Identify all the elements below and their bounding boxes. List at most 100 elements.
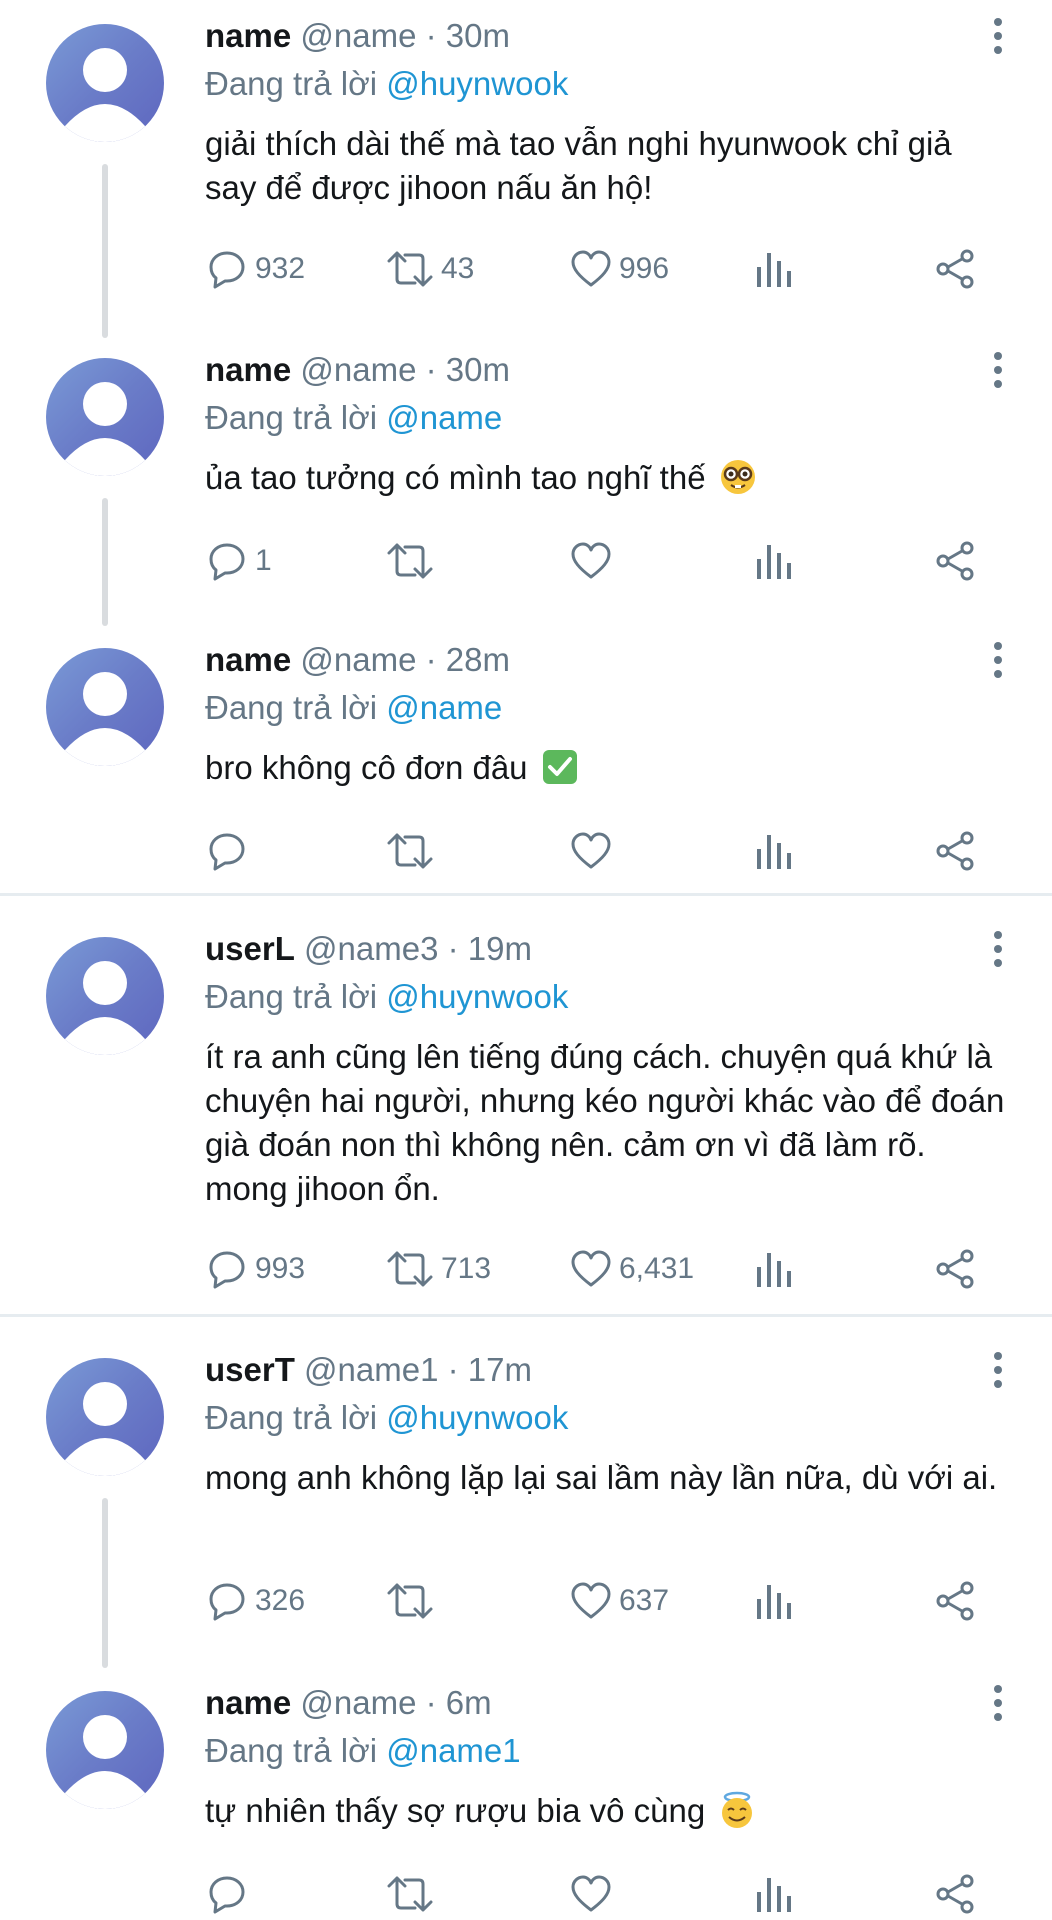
thread-line [102,498,108,626]
replying-to: Đang trả lời @huynwook [205,977,568,1017]
share-button[interactable] [933,244,979,294]
action-bar: 932 43 996 [205,244,1005,294]
like-button[interactable]: 996 [569,244,669,294]
analytics-button[interactable] [753,536,793,586]
tweet-text-content: bro không cô đơn đâu [205,749,528,786]
user-handle: @name3 [304,930,439,967]
mention-link[interactable]: @name1 [386,1732,520,1769]
more-options-icon[interactable] [988,640,1008,680]
action-bar: 993 713 6,431 [205,1244,1005,1294]
reply-icon [209,543,245,581]
tweet-header: name @name · 28m [205,640,510,680]
separator: · [447,1351,459,1388]
timestamp: 30m [445,17,510,54]
tweet-text: giải thích dài thế mà tao vẫn nghi hyunw… [205,125,952,206]
reply-icon [209,1251,245,1289]
display-name[interactable]: name [205,641,291,678]
tweet-text-content: ủa tao tưởng có mình tao nghĩ thế [205,459,706,496]
reply-button[interactable]: 326 [205,1576,305,1626]
reply-button[interactable] [205,826,255,876]
retweet-button[interactable] [385,536,441,586]
more-options-icon[interactable] [988,350,1008,390]
analytics-button[interactable] [753,1869,793,1919]
mention-link[interactable]: @huynwook [386,65,568,102]
display-name[interactable]: name [205,351,291,388]
retweet-count: 43 [441,252,475,285]
like-button[interactable] [569,1869,619,1919]
retweet-icon [387,1583,433,1619]
retweet-button[interactable]: 713 [385,1244,491,1294]
heart-icon [571,1250,611,1287]
avatar[interactable] [46,937,164,1055]
avatar[interactable] [46,1691,164,1809]
retweet-icon [387,251,433,287]
avatar[interactable] [46,648,164,766]
reply-icon [209,251,245,289]
reply-icon [209,833,245,871]
share-button[interactable] [933,1576,979,1626]
display-name[interactable]: userL [205,930,295,967]
display-name[interactable]: name [205,17,291,54]
replying-to: Đang trả lời @name [205,398,502,438]
reply-button[interactable]: 1 [205,536,272,586]
separator: · [425,351,437,388]
more-options-icon[interactable] [988,1350,1008,1390]
reply-button[interactable] [205,1869,255,1919]
share-button[interactable] [933,826,979,876]
like-button[interactable]: 6,431 [569,1244,694,1294]
share-icon [936,249,974,289]
retweet-button[interactable] [385,1869,441,1919]
tweet-text: bro không cô đơn đâu [205,746,1005,790]
tweet-text: ủa tao tưởng có mình tao nghĩ thế [205,456,1005,500]
retweet-icon [387,1876,433,1912]
mention-link[interactable]: @huynwook [386,1399,568,1436]
mention-link[interactable]: @huynwook [386,978,568,1015]
replying-label: Đang trả lời [205,1399,378,1436]
display-name[interactable]: name [205,1684,291,1721]
more-options-icon[interactable] [988,16,1008,56]
analytics-icon [757,1585,791,1619]
more-options-icon[interactable] [988,1683,1008,1723]
user-handle: @name [300,351,417,388]
like-button[interactable]: 637 [569,1576,669,1626]
reply-button[interactable]: 932 [205,244,305,294]
share-icon [936,541,974,581]
avatar[interactable] [46,1358,164,1476]
separator: · [425,17,437,54]
tweet-header: userL @name3 · 19m [205,929,532,969]
replying-label: Đang trả lời [205,689,378,726]
avatar[interactable] [46,358,164,476]
share-icon [936,831,974,871]
retweet-button[interactable] [385,1576,441,1626]
timestamp: 30m [445,351,510,388]
analytics-button[interactable] [753,1576,793,1626]
replying-to: Đang trả lời @huynwook [205,64,568,104]
share-button[interactable] [933,1244,979,1294]
tweet-header: name @name · 6m [205,1683,492,1723]
analytics-button[interactable] [753,1244,793,1294]
display-name[interactable]: userT [205,1351,295,1388]
share-icon [936,1874,974,1914]
retweet-count: 713 [441,1252,492,1285]
timestamp: 6m [445,1684,492,1721]
share-button[interactable] [933,1869,979,1919]
replying-label: Đang trả lời [205,978,378,1015]
reply-button[interactable]: 993 [205,1244,305,1294]
mention-link[interactable]: @name [386,689,502,726]
more-options-icon[interactable] [988,929,1008,969]
tweet-header: userT @name1 · 17m [205,1350,532,1390]
mention-link[interactable]: @name [386,399,502,436]
analytics-button[interactable] [753,244,793,294]
tweet-header: name @name · 30m [205,16,510,56]
divider [0,893,1052,896]
like-button[interactable] [569,826,619,876]
avatar[interactable] [46,24,164,142]
tweet-text: tự nhiên thấy sợ rượu bia vô cùng [205,1789,1005,1833]
like-button[interactable] [569,536,619,586]
share-button[interactable] [933,536,979,586]
like-count: 6,431 [619,1252,695,1285]
separator: · [425,1684,437,1721]
analytics-button[interactable] [753,826,793,876]
retweet-button[interactable] [385,826,441,876]
retweet-button[interactable]: 43 [385,244,474,294]
